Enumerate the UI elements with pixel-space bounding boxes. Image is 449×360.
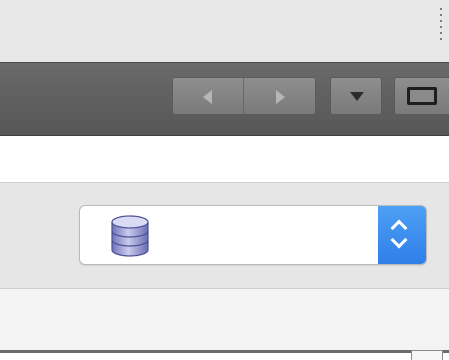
window-titlebar bbox=[0, 0, 449, 62]
toolbar bbox=[0, 62, 449, 136]
dropdown-menu-button[interactable] bbox=[330, 77, 382, 115]
window-toggle-button[interactable] bbox=[394, 77, 449, 115]
database-icon bbox=[111, 215, 149, 257]
source-popup-button[interactable] bbox=[79, 205, 427, 265]
back-arrow-icon bbox=[203, 90, 212, 104]
source-selector-panel bbox=[0, 182, 449, 288]
list-top-edge bbox=[0, 350, 449, 360]
content-gap bbox=[0, 136, 449, 182]
chevron-down-icon bbox=[390, 231, 408, 249]
popup-stepper[interactable] bbox=[378, 206, 426, 264]
back-button[interactable] bbox=[172, 77, 244, 115]
forward-button[interactable] bbox=[244, 77, 316, 115]
list-header-bar bbox=[0, 288, 449, 350]
corner-control[interactable] bbox=[411, 350, 443, 360]
forward-arrow-icon bbox=[276, 90, 285, 104]
window-icon bbox=[407, 87, 437, 105]
grip-icon[interactable] bbox=[439, 8, 443, 48]
chevron-down-icon bbox=[350, 92, 364, 101]
navigation-button-group bbox=[172, 77, 316, 115]
